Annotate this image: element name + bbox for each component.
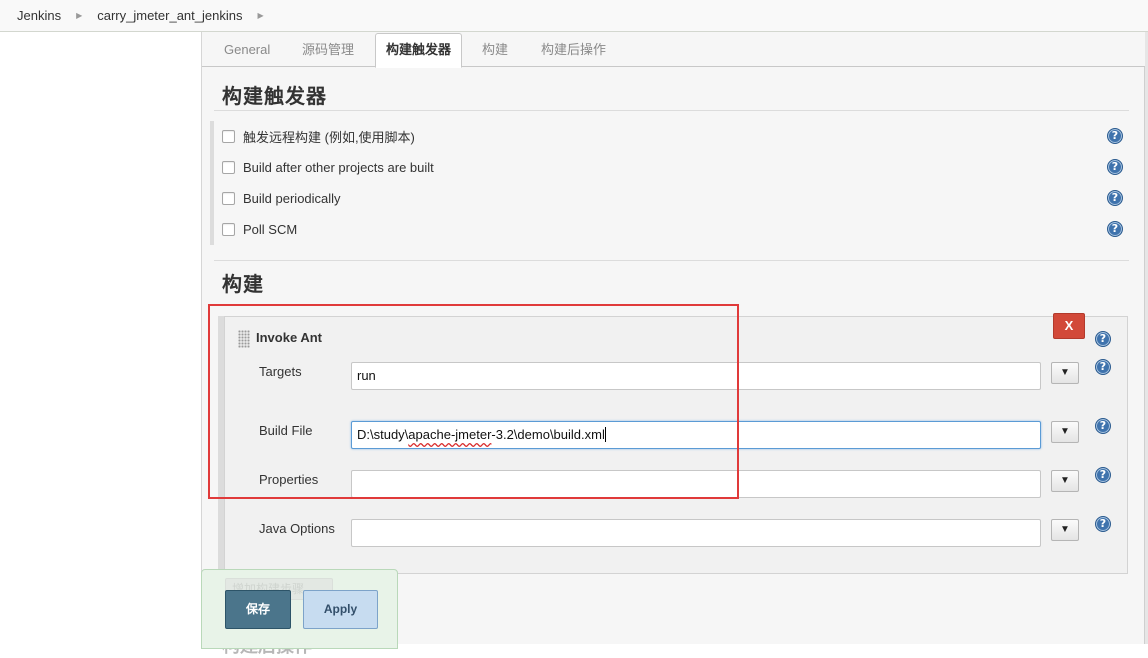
help-icon[interactable]: ? xyxy=(1095,359,1111,375)
scrollbar[interactable] xyxy=(1144,32,1148,644)
section-divider xyxy=(214,110,1129,111)
config-tabs: General 源码管理 构建触发器 构建 构建后操作 xyxy=(202,32,1145,68)
help-icon[interactable]: ? xyxy=(1095,467,1111,483)
text-cursor xyxy=(604,427,606,442)
build-file-label: Build File xyxy=(259,423,313,438)
trigger-option-periodically[interactable]: Build periodically xyxy=(222,188,341,208)
build-file-value: -3.2\demo\build.xml xyxy=(491,427,605,442)
properties-label: Properties xyxy=(259,472,319,487)
section-title-build: 构建 xyxy=(222,272,264,296)
breadcrumb-jenkins[interactable]: Jenkins xyxy=(8,8,70,23)
targets-label: Targets xyxy=(259,364,302,379)
expand-build-file-button[interactable]: ▼ xyxy=(1051,421,1079,443)
drag-handle-icon[interactable] xyxy=(238,330,250,348)
build-step-title: Invoke Ant xyxy=(256,330,322,345)
breadcrumb: Jenkins ▶ carry_jmeter_ant_jenkins ▶ xyxy=(0,0,1148,32)
trigger-label: 触发远程构建 (例如,使用脚本) xyxy=(243,129,415,145)
properties-field[interactable] xyxy=(351,470,1041,498)
section-divider xyxy=(214,260,1129,261)
help-icon[interactable]: ? xyxy=(1107,190,1123,206)
help-icon[interactable]: ? xyxy=(1095,516,1111,532)
tab-source-management[interactable]: 源码管理 xyxy=(294,34,362,67)
targets-field[interactable]: run xyxy=(351,362,1041,390)
apply-button[interactable]: Apply xyxy=(303,590,378,629)
section-title-triggers: 构建触发器 xyxy=(222,84,327,108)
java-options-label: Java Options xyxy=(259,521,335,536)
chevron-right-icon[interactable]: ▶ xyxy=(251,11,269,20)
help-icon[interactable]: ? xyxy=(1107,128,1123,144)
help-icon[interactable]: ? xyxy=(1107,221,1123,237)
delete-step-button[interactable]: X xyxy=(1053,313,1085,339)
trigger-group-bar xyxy=(210,121,214,245)
tab-general[interactable]: General xyxy=(216,34,278,67)
help-icon[interactable]: ? xyxy=(1107,159,1123,175)
trigger-label: Build periodically xyxy=(243,190,341,206)
help-icon[interactable]: ? xyxy=(1095,418,1111,434)
breadcrumb-job[interactable]: carry_jmeter_ant_jenkins xyxy=(88,8,251,23)
trigger-option-after-other-projects[interactable]: Build after other projects are built xyxy=(222,157,434,177)
checkbox[interactable] xyxy=(222,129,235,143)
checkbox[interactable] xyxy=(222,160,235,174)
trigger-option-poll-scm[interactable]: Poll SCM xyxy=(222,219,297,239)
chevron-right-icon[interactable]: ▶ xyxy=(70,11,88,20)
help-icon[interactable]: ? xyxy=(1095,331,1111,347)
java-options-field[interactable] xyxy=(351,519,1041,547)
checkbox[interactable] xyxy=(222,191,235,205)
checkbox[interactable] xyxy=(222,222,235,236)
expand-properties-button[interactable]: ▼ xyxy=(1051,470,1079,492)
build-file-value: D:\study\ xyxy=(357,427,409,442)
expand-java-options-button[interactable]: ▼ xyxy=(1051,519,1079,541)
trigger-label: Build after other projects are built xyxy=(243,159,434,175)
save-button[interactable]: 保存 xyxy=(225,590,291,629)
tab-build[interactable]: 构建 xyxy=(474,34,516,67)
expand-targets-button[interactable]: ▼ xyxy=(1051,362,1079,384)
spellcheck-underlined-text: apache-jmeter xyxy=(408,427,492,442)
tab-build-triggers[interactable]: 构建触发器 xyxy=(375,33,463,68)
trigger-label: Poll SCM xyxy=(243,221,298,237)
trigger-option-remote[interactable]: 触发远程构建 (例如,使用脚本) xyxy=(222,126,415,146)
build-file-field[interactable]: D:\study\apache-jmeter-3.2\demo\build.xm… xyxy=(351,421,1041,449)
tab-post-build[interactable]: 构建后操作 xyxy=(533,34,614,67)
